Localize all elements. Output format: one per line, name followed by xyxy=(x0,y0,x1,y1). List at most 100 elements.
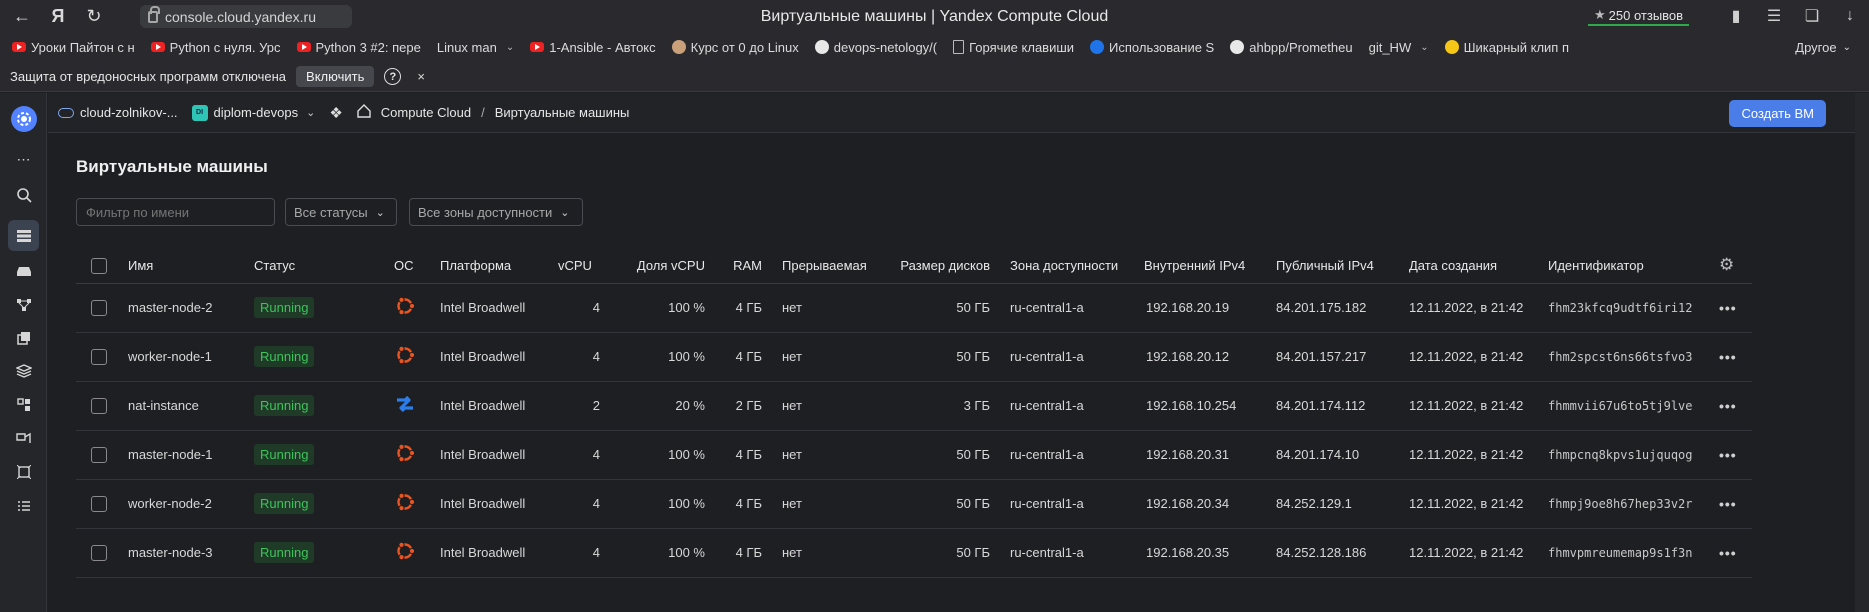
chevron-down-icon: ⌄ xyxy=(505,41,515,53)
tabs-icon[interactable]: ❏ xyxy=(1793,6,1831,26)
bookmark-item[interactable]: ahbpp/Prometheu xyxy=(1230,40,1353,55)
create-vm-button[interactable]: Создать ВМ xyxy=(1729,100,1826,127)
table-header: Имя Статус ОС Платформа vCPU Доля vCPU R… xyxy=(76,248,1752,284)
gear-icon[interactable]: ⚙ xyxy=(1719,255,1734,274)
console-logo-icon[interactable] xyxy=(11,106,37,132)
folder-selector[interactable]: diplom-devops xyxy=(214,105,299,120)
vm-name[interactable]: nat-instance xyxy=(128,381,254,431)
column-header[interactable]: Дата создания xyxy=(1409,248,1543,284)
reload-icon[interactable]: ↻ xyxy=(76,0,112,32)
virtual-machines-icon[interactable] xyxy=(8,220,39,251)
more-actions-icon[interactable]: ••• xyxy=(1719,398,1737,414)
row-checkbox[interactable] xyxy=(91,544,107,561)
column-header[interactable]: ОС xyxy=(394,248,440,284)
disks-icon[interactable] xyxy=(8,255,39,286)
vm-name[interactable]: master-node-2 xyxy=(128,283,254,333)
bookmark-item[interactable]: Горячие клавиши xyxy=(953,40,1074,55)
translate-icon[interactable]: ☰ xyxy=(1755,6,1793,26)
more-actions-icon[interactable]: ••• xyxy=(1719,545,1737,561)
vm-name[interactable]: master-node-1 xyxy=(128,430,254,480)
bookmark-item[interactable]: Курс от 0 до Linux xyxy=(671,40,799,55)
row-checkbox[interactable] xyxy=(91,348,107,365)
column-header[interactable]: Публичный IPv4 xyxy=(1276,248,1409,284)
help-icon[interactable]: ? xyxy=(384,68,402,85)
bookmark-item[interactable]: devops-netology/( xyxy=(814,40,937,55)
column-header[interactable]: Прерываемая xyxy=(762,248,892,284)
browser-toolbar-right: ▮ ☰ ❏ ↓ xyxy=(1717,0,1869,32)
column-header[interactable]: Зона доступности xyxy=(990,248,1140,284)
column-header[interactable]: Доля vCPU xyxy=(610,248,705,284)
vm-id: fhmpj9oe8h67hep33v2r xyxy=(1543,479,1719,529)
placement-groups-icon[interactable] xyxy=(8,389,39,420)
tasks-list-icon[interactable] xyxy=(8,490,39,521)
table-row[interactable]: master-node-1 Running Intel Broadwell 4 100 … xyxy=(76,430,1752,480)
name-filter-input[interactable] xyxy=(76,198,275,226)
search-icon[interactable] xyxy=(8,179,39,210)
chevron-down-icon[interactable]: ⌄ xyxy=(306,106,315,119)
bookmark-item[interactable]: Использование S xyxy=(1090,40,1214,55)
row-checkbox[interactable] xyxy=(91,446,107,463)
vm-name[interactable]: worker-node-1 xyxy=(128,332,254,382)
row-checkbox[interactable] xyxy=(91,495,107,512)
row-checkbox[interactable] xyxy=(91,299,107,316)
services-icon[interactable]: ❖ xyxy=(329,104,342,122)
bookmark-icon[interactable]: ▮ xyxy=(1717,6,1755,26)
row-checkbox[interactable] xyxy=(91,397,107,414)
scrollbar[interactable] xyxy=(1855,93,1869,612)
more-actions-icon[interactable]: ••• xyxy=(1719,447,1737,463)
vm-id: fhm23kfcq9udtf6iri12 xyxy=(1543,283,1719,333)
zone-select[interactable]: Все зоны доступности ⌄ xyxy=(409,198,583,226)
bookmark-item[interactable]: Python с нуля. Урс xyxy=(150,40,281,55)
bookmark-folder[interactable]: git_HW ⌄ xyxy=(1369,40,1429,55)
instance-groups-icon[interactable] xyxy=(8,289,39,320)
column-header[interactable]: Внутренний IPv4 xyxy=(1140,248,1276,284)
reviews-badge[interactable]: ★ 250 отзывов xyxy=(1588,6,1690,26)
dedicated-hosts-icon[interactable] xyxy=(8,456,39,487)
download-icon[interactable]: ↓ xyxy=(1831,7,1869,25)
vcpu-share: 100 % xyxy=(610,430,705,480)
more-actions-icon[interactable]: ••• xyxy=(1719,496,1737,512)
bookmark-item[interactable]: Шикарный клип п xyxy=(1444,40,1569,55)
ram: 4 ГБ xyxy=(705,332,762,382)
bookmark-item[interactable]: Python 3 #2: пере xyxy=(296,40,421,55)
all-services-icon[interactable]: ⋯ xyxy=(8,144,39,175)
images-icon[interactable] xyxy=(8,355,39,386)
address-bar[interactable]: console.cloud.yandex.ru xyxy=(140,5,352,28)
table-row[interactable]: worker-node-1 Running Intel Broadwell 4 100 … xyxy=(76,332,1752,382)
more-actions-icon[interactable]: ••• xyxy=(1719,300,1737,316)
bookmark-item[interactable]: 1-Ansible - Автокс xyxy=(530,40,656,55)
operations-icon[interactable] xyxy=(8,423,39,454)
cloud-selector[interactable]: cloud-zolnikov-... xyxy=(80,105,178,120)
table-row[interactable]: nat-instance Running Intel Broadwell 2 20 % 2… xyxy=(76,381,1752,431)
preemptible: нет xyxy=(762,479,892,529)
status-cell: Running xyxy=(254,332,394,382)
table-row[interactable]: master-node-2 Running Intel Broadwell 4 100 … xyxy=(76,283,1752,333)
column-header[interactable]: vCPU xyxy=(558,248,610,284)
column-header[interactable]: Статус xyxy=(254,248,394,284)
column-header[interactable]: Размер дисков xyxy=(892,248,990,284)
snapshots-icon[interactable] xyxy=(8,322,39,353)
more-actions-icon[interactable]: ••• xyxy=(1719,349,1737,365)
status-select[interactable]: Все статусы ⌄ xyxy=(285,198,397,226)
home-icon[interactable] xyxy=(357,103,371,122)
column-header[interactable]: RAM xyxy=(705,248,762,284)
column-header[interactable]: Платформа xyxy=(440,248,558,284)
enable-protection-button[interactable]: Включить xyxy=(296,66,375,87)
column-header[interactable]: Имя xyxy=(128,248,254,284)
bookmark-folder[interactable]: Linux man ⌄ xyxy=(437,40,514,55)
folder-icon: DI xyxy=(191,104,208,121)
breadcrumb-service[interactable]: Compute Cloud xyxy=(381,105,471,120)
bookmarks-other[interactable]: Другое ⌄ xyxy=(1785,32,1851,62)
vm-name[interactable]: worker-node-2 xyxy=(128,479,254,529)
yandex-icon[interactable]: Я xyxy=(40,0,76,32)
table-row[interactable]: worker-node-2 Running Intel Broadwell 4 100 … xyxy=(76,479,1752,529)
chevron-down-icon: ⌄ xyxy=(560,206,570,219)
select-all-checkbox[interactable] xyxy=(91,257,107,274)
bookmark-item[interactable]: Уроки Пайтон с н xyxy=(12,40,135,55)
column-header[interactable]: Идентификатор xyxy=(1543,248,1719,284)
table-row[interactable]: master-node-3 Running Intel Broadwell 4 100 … xyxy=(76,528,1752,578)
back-icon[interactable]: ← xyxy=(4,0,40,32)
close-icon[interactable]: × xyxy=(417,69,425,84)
vm-name[interactable]: master-node-3 xyxy=(128,528,254,578)
os-cell xyxy=(394,430,440,480)
